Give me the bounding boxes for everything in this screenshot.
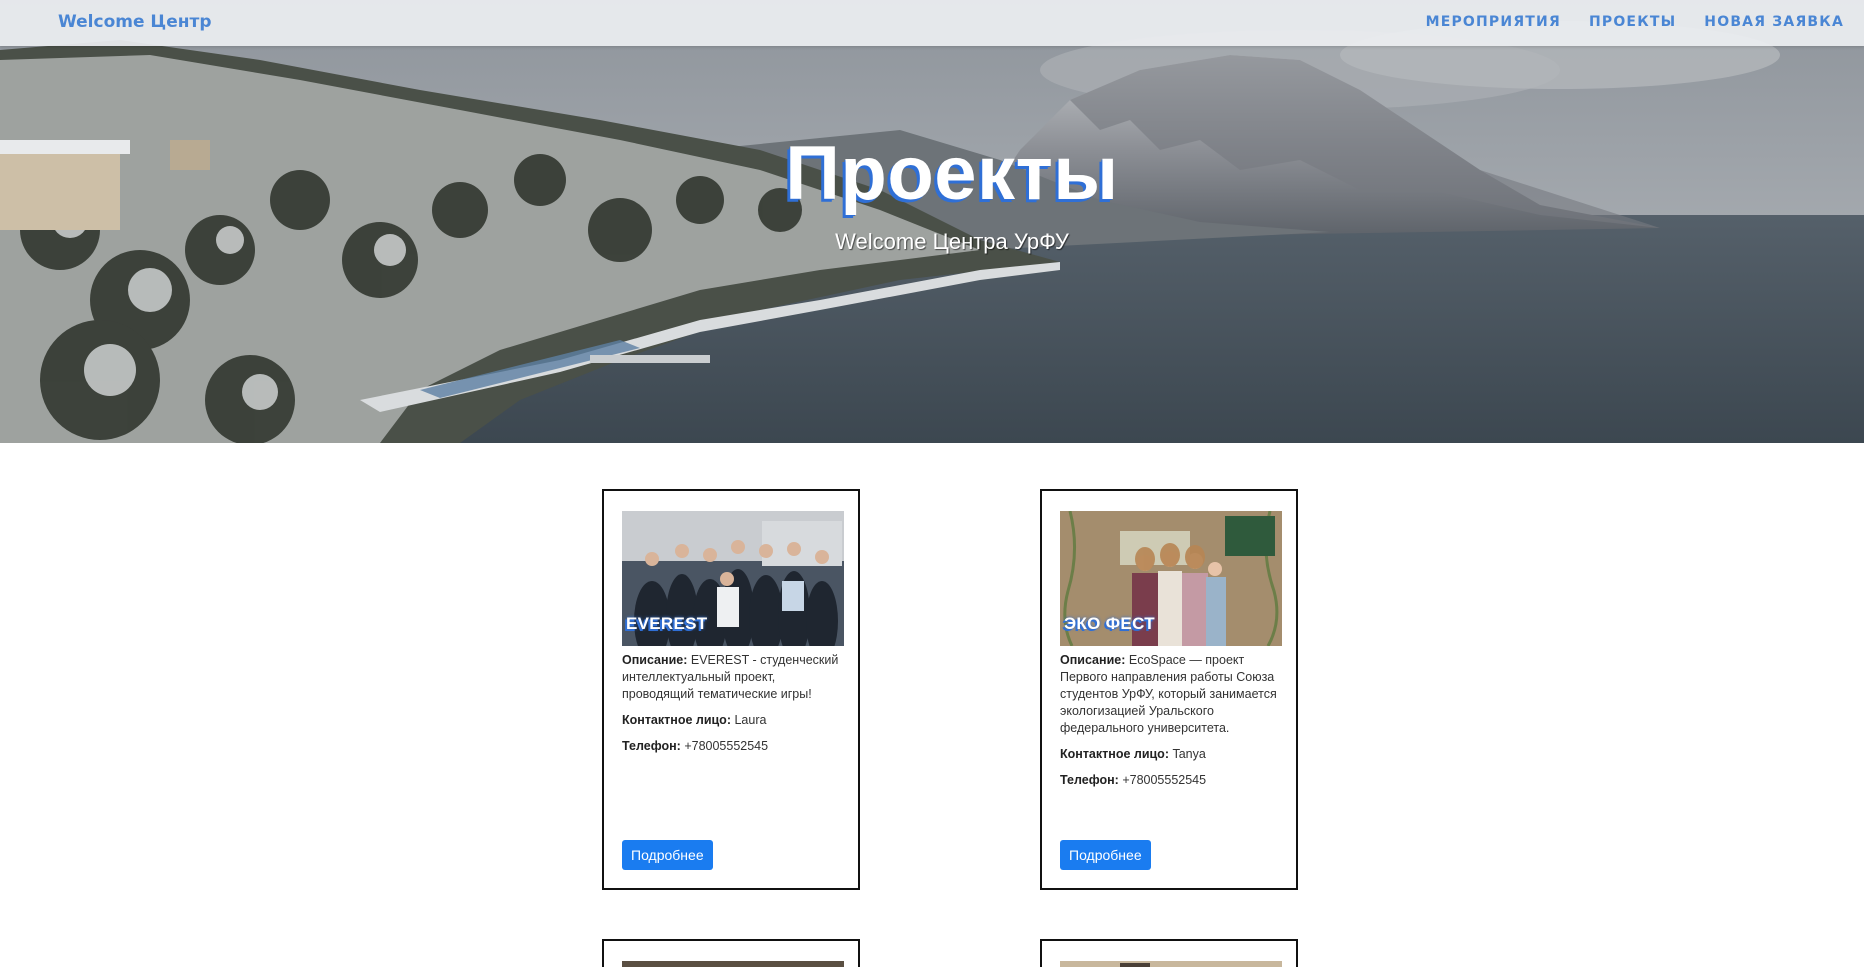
project-photo-image: [622, 961, 844, 967]
phone-label: Телефон:: [622, 739, 681, 753]
brand-link[interactable]: Welcome Центр: [58, 12, 212, 32]
project-phone: Телефон: +78005552545: [1060, 772, 1285, 789]
project-image: [1060, 961, 1282, 967]
project-description: Описание: EcoSpace — проект Первого напр…: [1060, 652, 1285, 737]
project-card: [1040, 939, 1298, 967]
contact-label: Контактное лицо:: [1060, 747, 1169, 761]
project-image-title: ЭКО ФЕСТ: [1064, 614, 1155, 633]
project-image-title: EVEREST: [626, 614, 708, 633]
nav-link-projects[interactable]: Проекты: [1589, 14, 1676, 30]
nav-link-events[interactable]: Мероприятия: [1426, 14, 1561, 30]
hero-banner: Welcome Центр Мероприятия Проекты Новая …: [0, 0, 1864, 443]
details-button[interactable]: Подробнее: [622, 840, 713, 870]
nav-link-new-request[interactable]: Новая заявка: [1704, 14, 1844, 30]
description-label: Описание:: [1060, 653, 1126, 667]
project-contact: Контактное лицо: Tanya: [1060, 746, 1285, 763]
phone-label: Телефон:: [1060, 773, 1119, 787]
page-title: Проекты: [785, 131, 1119, 216]
project-image: EVEREST: [622, 511, 844, 646]
project-card: EVEREST Описание: EVEREST - студенческий…: [602, 489, 860, 890]
project-card: ЭКО ФЕСТ Описание: EcoSpace — проект Пер…: [1040, 489, 1298, 890]
project-card: [602, 939, 860, 967]
project-contact: Контактное лицо: Laura: [622, 712, 847, 729]
contact-value: Laura: [734, 713, 767, 727]
contact-value: Tanya: [1172, 747, 1206, 761]
project-phone: Телефон: +78005552545: [622, 738, 847, 755]
details-button[interactable]: Подробнее: [1060, 840, 1151, 870]
project-body: Описание: EcoSpace — проект Первого напр…: [1060, 652, 1285, 798]
project-image: [622, 961, 844, 967]
project-description: Описание: EVEREST - студенческий интелле…: [622, 652, 847, 703]
project-photo-image: [1060, 961, 1282, 967]
navbar: Welcome Центр Мероприятия Проекты Новая …: [0, 0, 1864, 46]
phone-value: +78005552545: [684, 739, 769, 753]
nav-links: Мероприятия Проекты Новая заявка: [1426, 14, 1844, 30]
description-label: Описание:: [622, 653, 688, 667]
hero-landscape-image: [0, 0, 1864, 443]
page: Welcome Центр Мероприятия Проекты Новая …: [0, 0, 1864, 967]
project-image: ЭКО ФЕСТ: [1060, 511, 1282, 646]
project-body: Описание: EVEREST - студенческий интелле…: [622, 652, 847, 764]
contact-label: Контактное лицо:: [622, 713, 731, 727]
phone-value: +78005552545: [1122, 773, 1207, 787]
page-subtitle: Welcome Центра УрФУ: [835, 229, 1069, 254]
